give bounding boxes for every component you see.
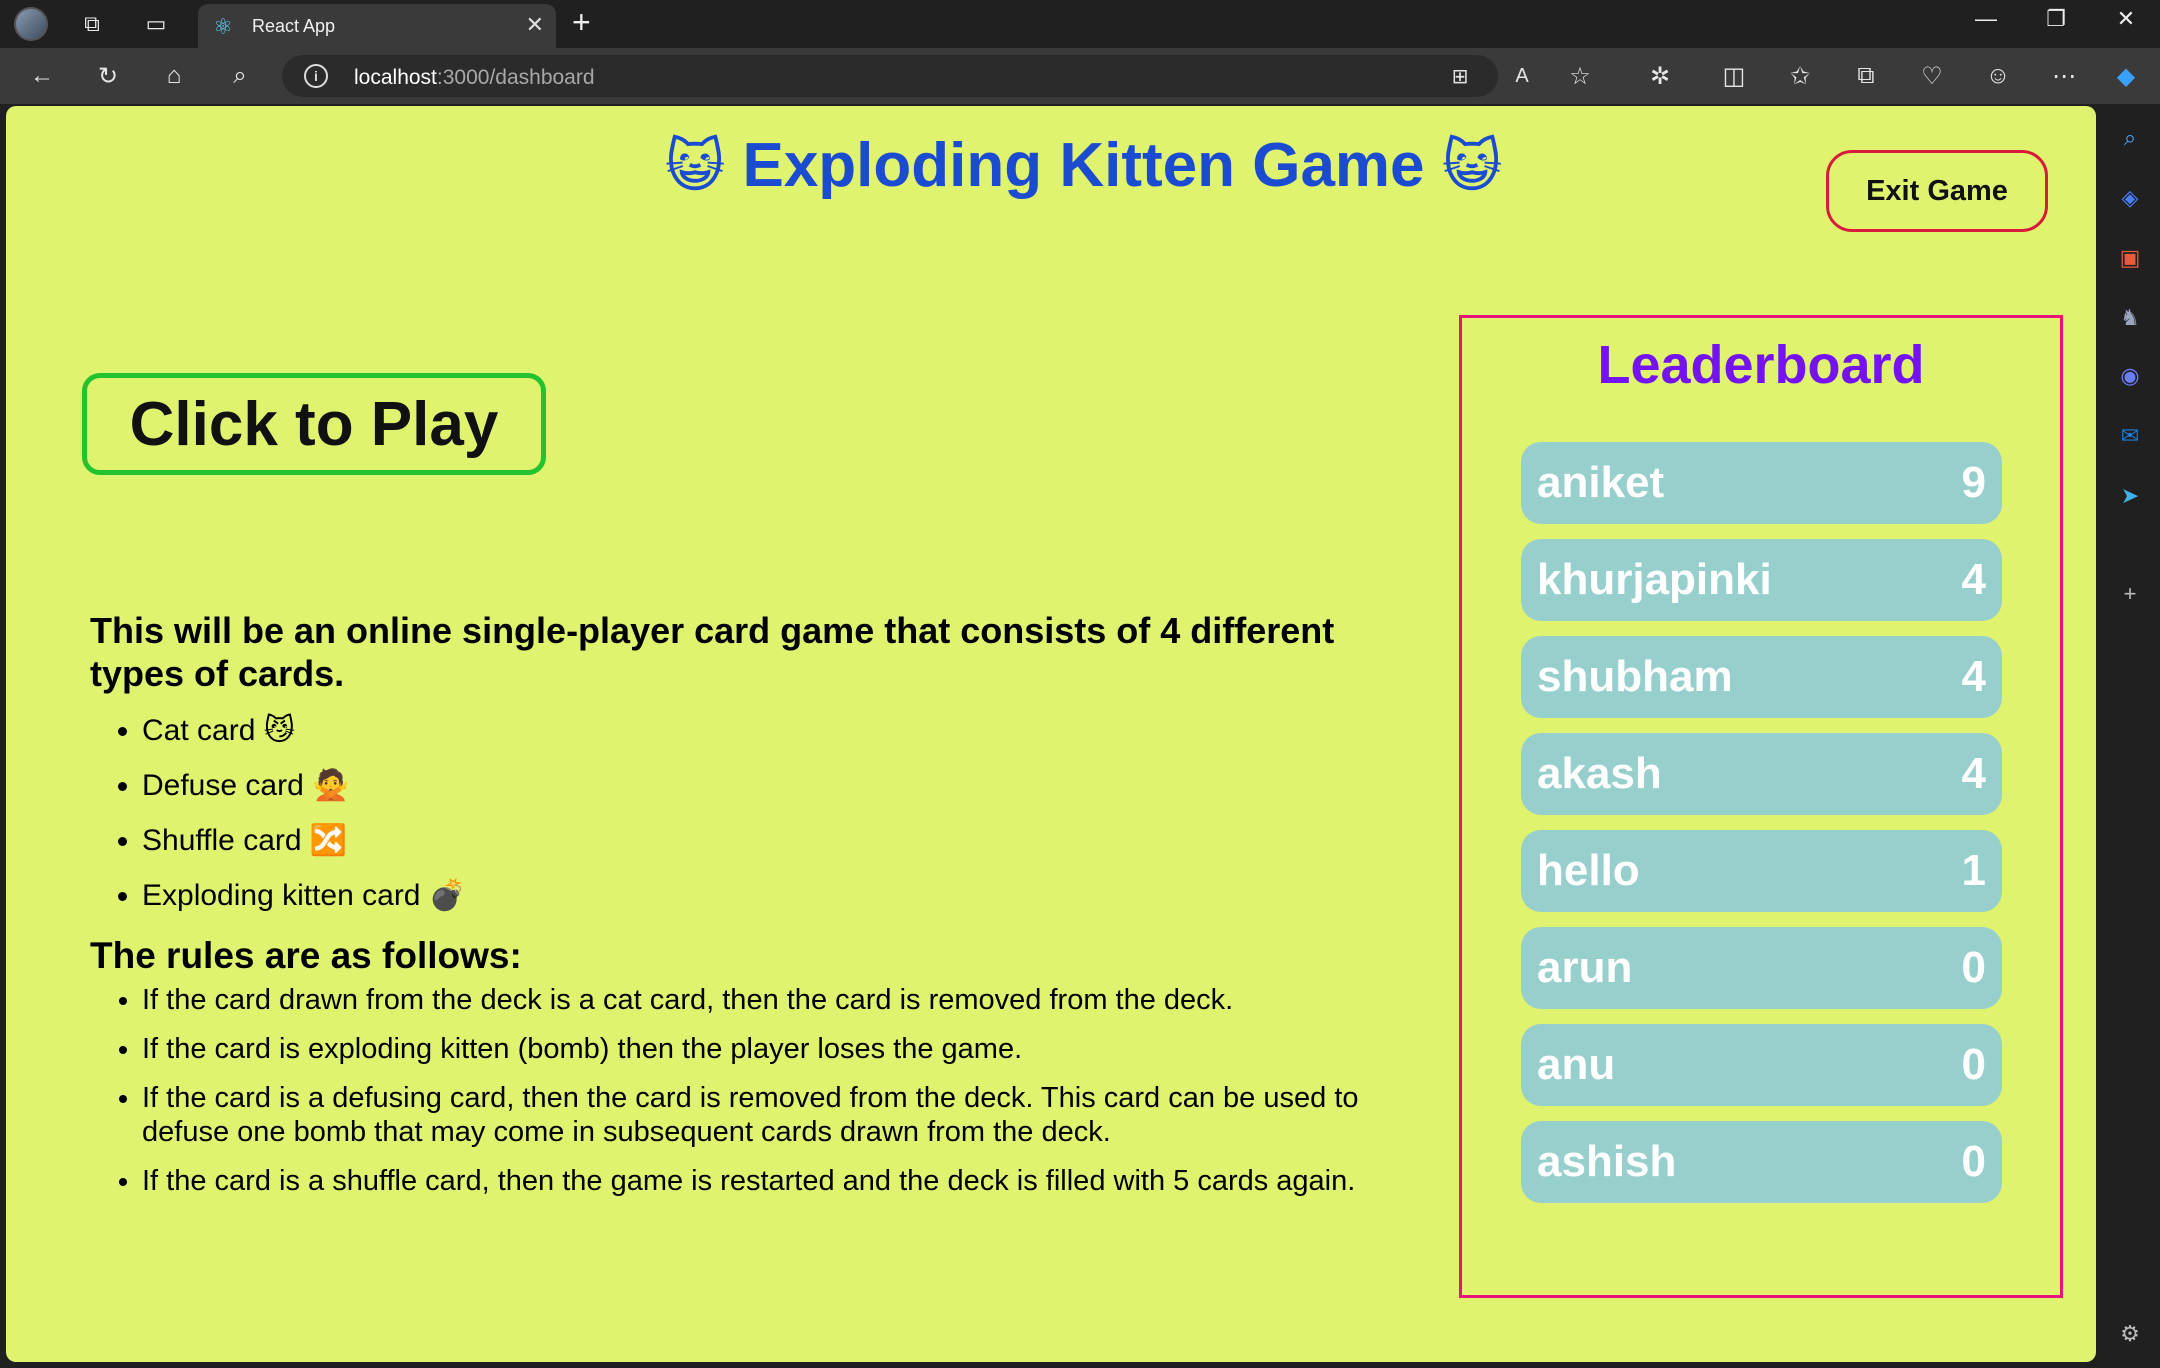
tools-briefcase-icon[interactable]: ▣ bbox=[2114, 242, 2146, 274]
list-item: Exploding kitten card 💣 bbox=[142, 868, 1420, 923]
page-viewport: 😺 Exploding Kitten Game 😺 Exit Game Clic… bbox=[6, 106, 2096, 1362]
leaderboard-row: anu 0 bbox=[1521, 1024, 2002, 1106]
url-text: localhost:3000/dashboard bbox=[354, 66, 595, 89]
favorites-icon[interactable]: ✩ bbox=[1782, 58, 1818, 94]
bomb-icon: 💣 bbox=[428, 879, 467, 912]
restore-button[interactable]: ❐ bbox=[2036, 6, 2076, 32]
player-name: akash bbox=[1537, 749, 1662, 798]
exit-game-button[interactable]: Exit Game bbox=[1826, 150, 2048, 232]
list-item: Cat card 😼 bbox=[142, 703, 1420, 758]
leaderboard-row: khurjapinki 4 bbox=[1521, 539, 2002, 621]
player-name: aniket bbox=[1537, 458, 1665, 507]
react-icon: ⚛ bbox=[213, 14, 233, 39]
player-score: 0 bbox=[1961, 1040, 1986, 1089]
leaderboard-row: aniket 9 bbox=[1521, 442, 2002, 524]
browser-essentials-icon[interactable]: ♡ bbox=[1914, 58, 1950, 94]
player-score: 0 bbox=[1961, 943, 1986, 992]
player-name: arun bbox=[1537, 943, 1633, 992]
send-icon[interactable]: ➤ bbox=[2114, 480, 2146, 512]
leaderboard-row: hello 1 bbox=[1521, 830, 2002, 912]
leaderboard-row: akash 4 bbox=[1521, 733, 2002, 815]
browser-title-bar: ⧉ ▭ ⚛ React App ✕ + — ❐ ✕ bbox=[0, 0, 2160, 48]
player-name: ashish bbox=[1537, 1137, 1677, 1186]
leaderboard-row: ashish 0 bbox=[1521, 1121, 2002, 1203]
new-tab-button[interactable]: + bbox=[572, 4, 591, 41]
list-item: Defuse card 🙅 bbox=[142, 758, 1420, 813]
profile-avatar[interactable] bbox=[14, 7, 48, 41]
sidebar-settings-gear-icon[interactable]: ⚙ bbox=[2114, 1318, 2146, 1350]
player-name: khurjapinki bbox=[1537, 555, 1772, 604]
player-score: 1 bbox=[1961, 846, 1986, 895]
home-button[interactable]: ⌂ bbox=[156, 58, 192, 94]
more-menu-icon[interactable]: ⋯ bbox=[2046, 58, 2082, 94]
player-score: 9 bbox=[1961, 458, 1986, 507]
cat-face-icon: 😺 bbox=[664, 134, 726, 199]
outlook-icon[interactable]: ✉ bbox=[2114, 420, 2146, 452]
player-score: 4 bbox=[1961, 749, 1986, 798]
page-title-text: Exploding Kitten Game bbox=[742, 131, 1425, 200]
leaderboard-row: shubham 4 bbox=[1521, 636, 2002, 718]
rules-heading: The rules are as follows: bbox=[90, 935, 522, 976]
player-score: 4 bbox=[1961, 555, 1986, 604]
tab-actions-icon[interactable]: ▭ bbox=[138, 6, 174, 42]
shopping-tag-icon[interactable]: ◈ bbox=[2114, 182, 2146, 214]
favorite-star-icon[interactable]: ☆ bbox=[1562, 58, 1598, 94]
tab-title: React App bbox=[252, 16, 336, 36]
page-title: 😺 Exploding Kitten Game 😺 bbox=[6, 130, 2096, 201]
close-tab-icon[interactable]: ✕ bbox=[526, 12, 544, 38]
game-description: This will be an online single-player car… bbox=[90, 609, 1420, 1213]
player-score: 4 bbox=[1961, 652, 1986, 701]
collections-icon[interactable]: ⧉ bbox=[1848, 58, 1884, 94]
address-toolbar: ← ↻ ⌂ ⌕ i localhost:3000/dashboard ⊞ A ☆… bbox=[0, 48, 2160, 104]
app-available-icon[interactable]: ⊞ bbox=[1442, 58, 1478, 94]
intro-text: This will be an online single-player car… bbox=[90, 610, 1335, 694]
player-name: anu bbox=[1537, 1040, 1616, 1089]
leaderboard-panel: Leaderboard aniket 9 khurjapinki 4 shubh… bbox=[1459, 315, 2063, 1298]
tab-react-app[interactable]: ⚛ React App ✕ bbox=[198, 4, 556, 48]
player-name: hello bbox=[1537, 846, 1640, 895]
shuffle-card-icon: 🔀 bbox=[309, 824, 348, 857]
leaderboard-row: arun 0 bbox=[1521, 927, 2002, 1009]
player-name: shubham bbox=[1537, 652, 1733, 701]
player-score: 0 bbox=[1961, 1137, 1986, 1186]
rules-list: If the card drawn from the deck is a cat… bbox=[90, 983, 1420, 1198]
list-item: Shuffle card 🔀 bbox=[142, 813, 1420, 868]
games-icon[interactable]: ♞ bbox=[2114, 302, 2146, 334]
add-sidebar-app-icon[interactable]: + bbox=[2114, 578, 2146, 610]
site-info-icon[interactable]: i bbox=[304, 64, 328, 88]
address-bar[interactable]: i localhost:3000/dashboard bbox=[282, 55, 1498, 97]
list-item: If the card is exploding kitten (bomb) t… bbox=[142, 1032, 1420, 1066]
list-item: If the card is a defusing card, then the… bbox=[142, 1081, 1420, 1149]
cat-card-icon: 😼 bbox=[263, 714, 296, 747]
feedback-icon[interactable]: ☺ bbox=[1980, 58, 2016, 94]
list-item: If the card is a shuffle card, then the … bbox=[142, 1164, 1420, 1198]
split-screen-icon[interactable]: ◫ bbox=[1716, 58, 1752, 94]
copilot-icon[interactable]: ◆ bbox=[2108, 58, 2144, 94]
close-window-button[interactable]: ✕ bbox=[2106, 6, 2146, 32]
click-to-play-button[interactable]: Click to Play bbox=[82, 373, 546, 475]
card-types-list: Cat card 😼 Defuse card 🙅 Shuffle card 🔀 … bbox=[90, 703, 1420, 923]
cat-face-icon: 😺 bbox=[1441, 134, 1503, 199]
minimize-button[interactable]: — bbox=[1966, 6, 2006, 32]
leaderboard-title: Leaderboard bbox=[1597, 335, 1925, 395]
workspaces-icon[interactable]: ⧉ bbox=[74, 6, 110, 42]
back-button[interactable]: ← bbox=[24, 58, 60, 94]
defuse-card-icon: 🙅 bbox=[312, 769, 350, 802]
read-aloud-icon[interactable]: A bbox=[1504, 58, 1540, 94]
browser-sidebar: ⌕ ◈ ▣ ♞ ◉ ✉ ➤ + ⚙ bbox=[2100, 104, 2160, 1368]
sidebar-search-icon[interactable]: ⌕ bbox=[2114, 122, 2146, 154]
refresh-button[interactable]: ↻ bbox=[90, 58, 126, 94]
search-icon[interactable]: ⌕ bbox=[222, 58, 258, 94]
m365-icon[interactable]: ◉ bbox=[2114, 360, 2146, 392]
list-item: If the card drawn from the deck is a cat… bbox=[142, 983, 1420, 1017]
extensions-icon[interactable]: ✲ bbox=[1642, 58, 1678, 94]
